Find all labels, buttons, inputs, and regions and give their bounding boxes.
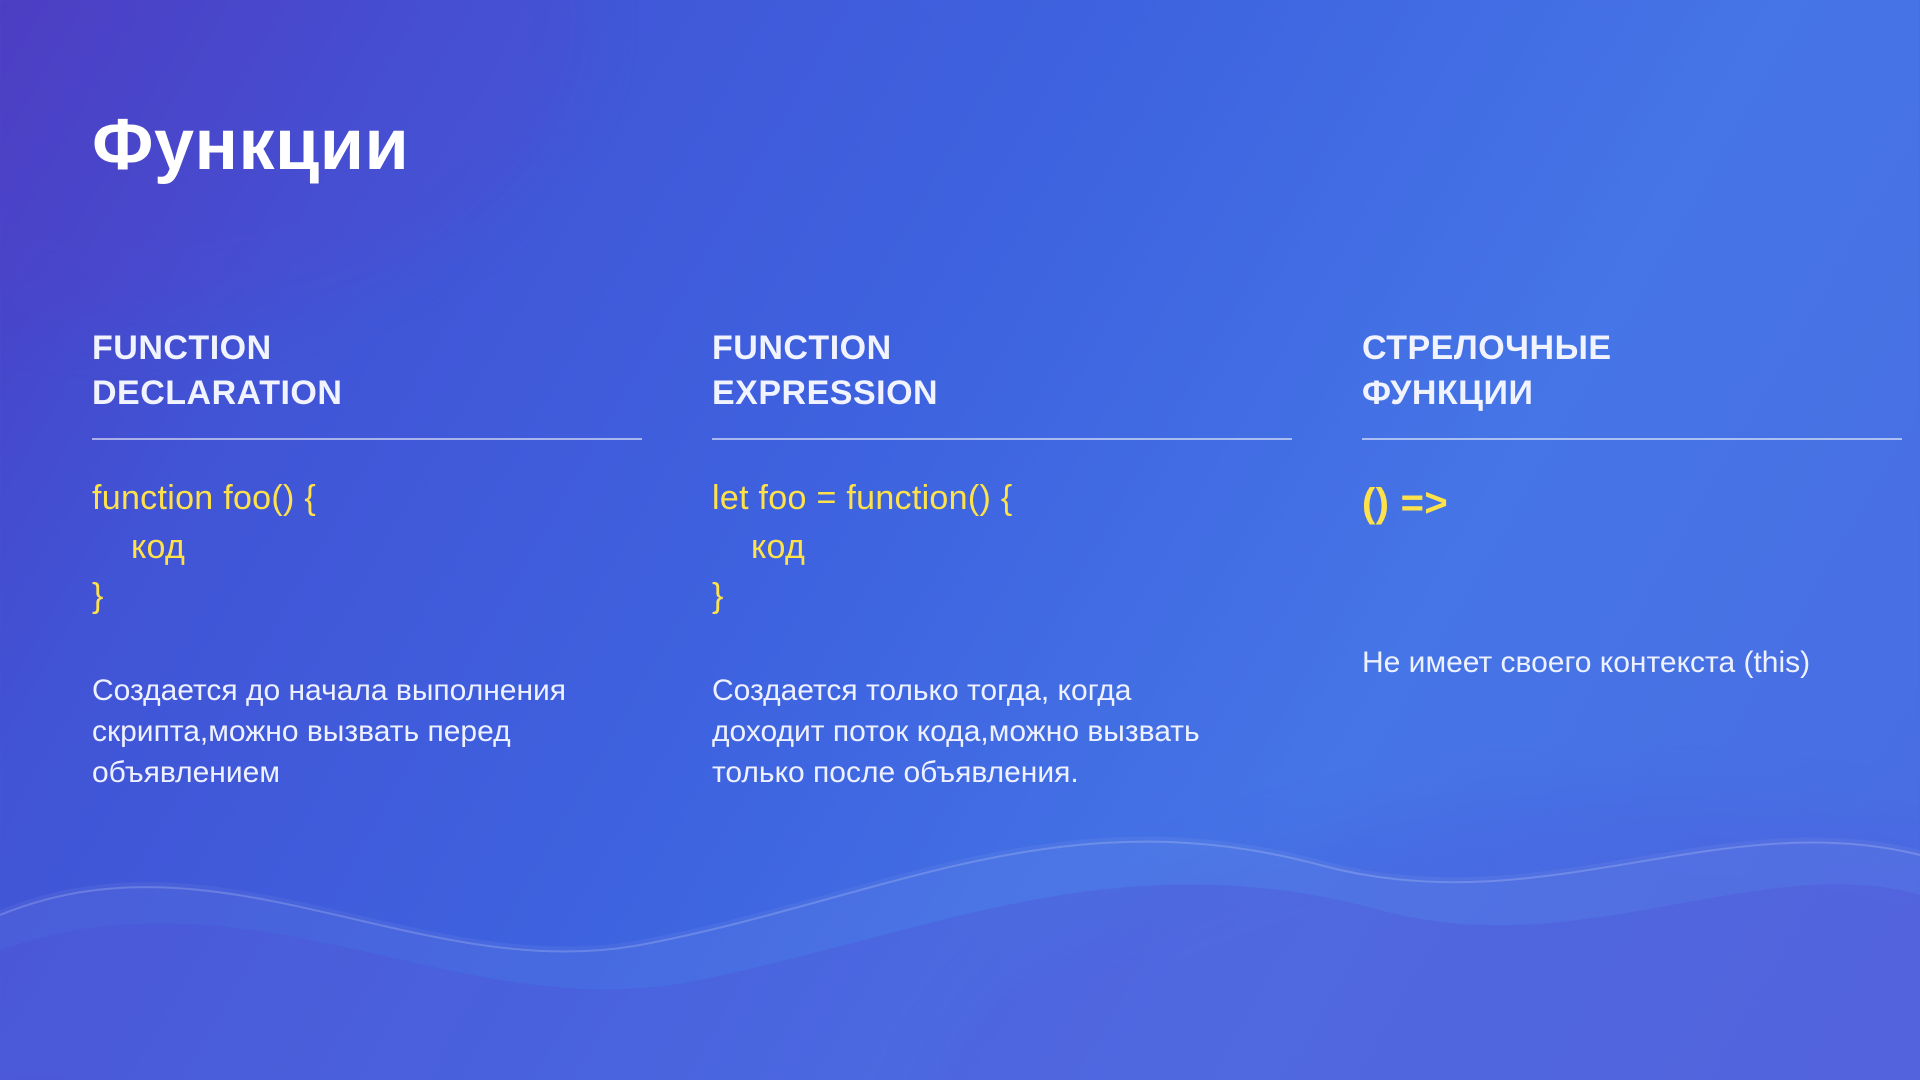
column-function-declaration: FUNCTION DECLARATION function foo() { ко… (92, 326, 712, 794)
slide-title: Функции (92, 104, 1828, 186)
slide-content: Функции FUNCTION DECLARATION function fo… (0, 0, 1920, 1080)
column-description: Создается до начала выполнения скрипта,м… (92, 670, 612, 794)
columns-row: FUNCTION DECLARATION function foo() { ко… (92, 326, 1828, 794)
column-heading: FUNCTION DECLARATION (92, 326, 642, 440)
code-snippet: () => (1362, 474, 1902, 532)
column-heading: FUNCTION EXPRESSION (712, 326, 1292, 440)
column-heading: СТРЕЛОЧНЫЕ ФУНКЦИИ (1362, 326, 1902, 440)
column-arrow-functions: СТРЕЛОЧНЫЕ ФУНКЦИИ () => Не имеет своего… (1362, 326, 1902, 794)
code-snippet: function foo() { код } (92, 474, 642, 622)
column-description: Не имеет своего контекста (this) (1362, 642, 1882, 683)
code-snippet: let foo = function() { код } (712, 474, 1292, 622)
column-description: Создается только тогда, когда доходит по… (712, 670, 1232, 794)
column-function-expression: FUNCTION EXPRESSION let foo = function()… (712, 326, 1362, 794)
